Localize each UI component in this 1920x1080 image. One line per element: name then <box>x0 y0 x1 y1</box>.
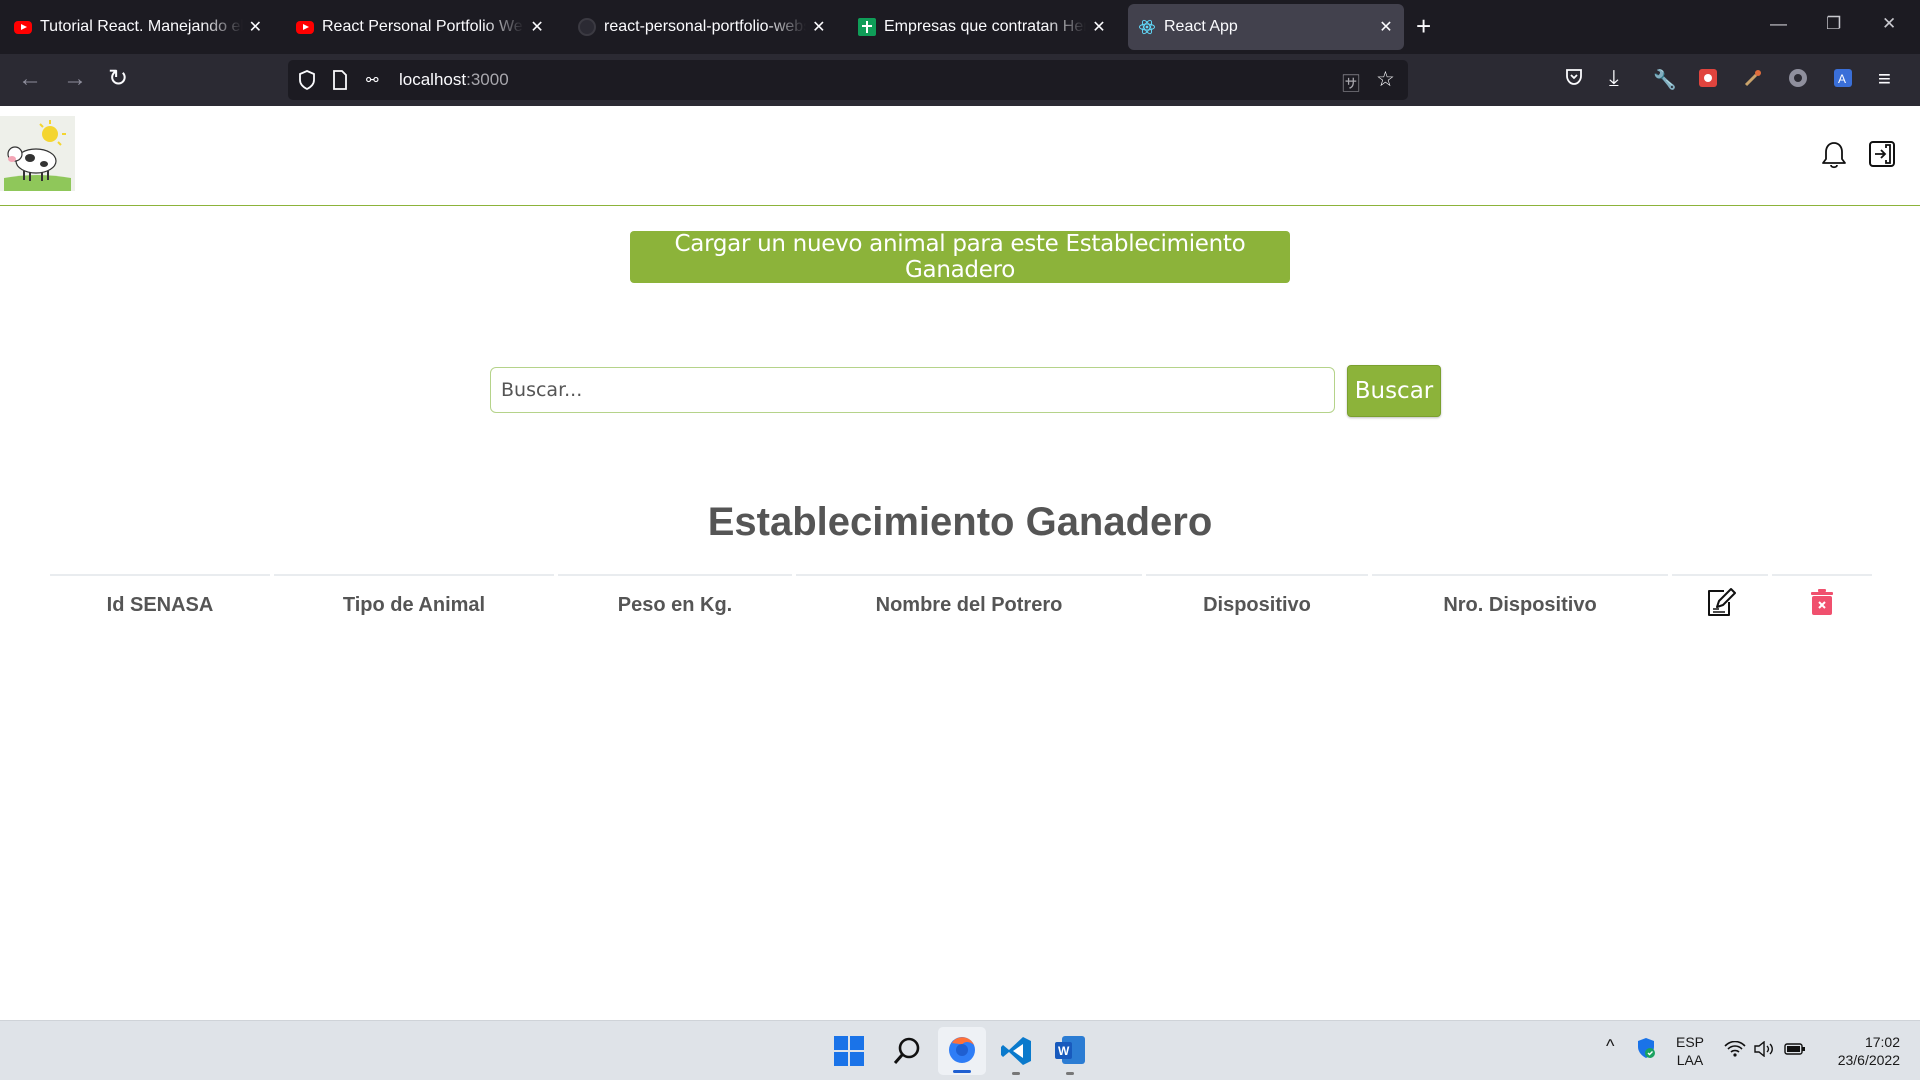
bookmark-star-icon[interactable]: ☆ <box>1376 67 1395 92</box>
back-icon[interactable]: ← <box>18 66 42 92</box>
clock[interactable]: 17:02 23/6/2022 <box>1820 1033 1900 1069</box>
translate-icon[interactable]: 🈂 <box>1342 70 1360 96</box>
wifi-icon[interactable] <box>1724 1040 1746 1061</box>
column-header-animal-type: Tipo de Animal <box>274 574 554 634</box>
restore-icon[interactable]: ❐ <box>1826 14 1841 34</box>
youtube-icon <box>14 20 32 34</box>
volume-icon[interactable] <box>1754 1040 1776 1061</box>
translator-extension-icon[interactable]: A <box>1833 68 1853 94</box>
tab-title: Empresas que contratan Henrys <box>884 18 1086 35</box>
pocket-icon[interactable] <box>1565 68 1583 92</box>
cow-logo[interactable] <box>0 116 75 191</box>
wrench-icon[interactable]: 🔧 <box>1653 68 1677 92</box>
app-header <box>0 106 1920 206</box>
column-header-weight: Peso en Kg. <box>558 574 792 634</box>
notifications-bell-icon[interactable] <box>1820 140 1848 170</box>
close-tab-icon[interactable]: ✕ <box>530 17 544 37</box>
page-icon <box>332 70 348 95</box>
windows-start-icon[interactable] <box>834 1036 864 1071</box>
tab-title: Tutorial React. Manejando el estado <box>40 18 243 35</box>
browser-tab-2[interactable]: React Personal Portfolio Website ✕ <box>286 4 554 50</box>
url-bar[interactable]: ⚯ localhost:3000 🈂 ☆ <box>288 60 1408 100</box>
menu-icon[interactable]: ≡ <box>1878 66 1891 92</box>
column-header-id-senasa: Id SENASA <box>50 574 270 634</box>
tab-title: react-personal-portfolio-website <box>604 18 806 35</box>
url-port: :3000 <box>466 70 509 89</box>
browser-tab-4[interactable]: Empresas que contratan Henrys ✕ <box>848 4 1116 50</box>
shield-icon[interactable] <box>298 70 316 95</box>
column-header-paddock-name: Nombre del Potrero <box>796 574 1142 634</box>
permissions-icon[interactable]: ⚯ <box>366 71 379 89</box>
browser-toolbar: ← → ↻ ⚯ localhost:3000 🈂 ☆ ⤓ 🔧 A ≡ <box>0 54 1920 106</box>
search-input[interactable] <box>490 367 1335 413</box>
google-sheets-icon <box>858 18 876 36</box>
forward-icon[interactable]: → <box>63 66 87 92</box>
tab-title: React App <box>1164 18 1238 35</box>
windows-security-icon[interactable] <box>1636 1037 1656 1063</box>
column-header-device-number: Nro. Dispositivo <box>1372 574 1668 634</box>
youtube-icon <box>296 20 314 34</box>
show-hidden-icons-chevron-icon[interactable]: ^ <box>1606 1037 1614 1055</box>
search-icon[interactable] <box>892 1036 922 1071</box>
load-new-animal-button[interactable]: Cargar un nuevo animal para este Estable… <box>630 231 1290 283</box>
close-tab-icon[interactable]: ✕ <box>1092 17 1106 37</box>
word-taskbar-icon[interactable]: W <box>1054 1035 1086 1080</box>
page-title: Establecimiento Ganadero <box>707 500 1213 544</box>
github-icon <box>578 18 596 36</box>
close-tab-icon[interactable]: ✕ <box>1378 17 1394 37</box>
windows-taskbar: W ^ ESP LAA 17:02 23/6/2022 <box>0 1020 1920 1080</box>
keyboard-layout-code: LAA <box>1676 1052 1704 1068</box>
download-icon[interactable]: ⤓ <box>1609 65 1619 91</box>
url-host: localhost <box>399 70 467 89</box>
firefox-taskbar-icon[interactable] <box>938 1027 986 1075</box>
vscode-taskbar-icon[interactable] <box>1000 1035 1032 1080</box>
extension-gray-icon[interactable] <box>1788 68 1808 94</box>
browser-tab-3[interactable]: react-personal-portfolio-website ✕ <box>568 4 836 50</box>
column-header-delete <box>1772 574 1872 634</box>
close-tab-icon[interactable]: ✕ <box>249 17 262 37</box>
svg-text:A: A <box>1838 72 1846 86</box>
delete-icon[interactable] <box>1810 588 1834 622</box>
url-text[interactable]: localhost:3000 <box>399 70 509 90</box>
browser-tab-5-active[interactable]: React App ✕ <box>1128 4 1404 50</box>
search-button[interactable]: Buscar <box>1347 365 1441 417</box>
battery-icon[interactable] <box>1784 1041 1806 1061</box>
tab-title: React Personal Portfolio Website <box>322 18 524 35</box>
language-code: ESP <box>1675 1034 1704 1050</box>
close-window-icon[interactable]: ✕ <box>1882 14 1896 34</box>
minimize-icon[interactable]: — <box>1770 14 1787 34</box>
svg-text:W: W <box>1058 1044 1070 1058</box>
browser-tab-strip: Tutorial React. Manejando el estado ✕ Re… <box>0 0 1920 54</box>
reload-icon[interactable]: ↻ <box>108 66 128 92</box>
column-header-device: Dispositivo <box>1146 574 1368 634</box>
eyedropper-icon[interactable] <box>1743 68 1763 94</box>
extension-red-icon[interactable] <box>1698 68 1718 94</box>
browser-tab-1[interactable]: Tutorial React. Manejando el estado ✕ <box>4 4 272 50</box>
input-language-indicator[interactable]: ESP LAA <box>1668 1033 1712 1069</box>
column-header-edit <box>1672 574 1768 634</box>
close-tab-icon[interactable]: ✕ <box>812 17 826 37</box>
logout-icon[interactable] <box>1868 140 1896 168</box>
clock-date: 23/6/2022 <box>1837 1052 1900 1068</box>
edit-icon[interactable] <box>1704 586 1736 624</box>
react-icon <box>1138 18 1156 36</box>
clock-time: 17:02 <box>1864 1034 1900 1050</box>
new-tab-icon[interactable]: + <box>1416 11 1431 41</box>
